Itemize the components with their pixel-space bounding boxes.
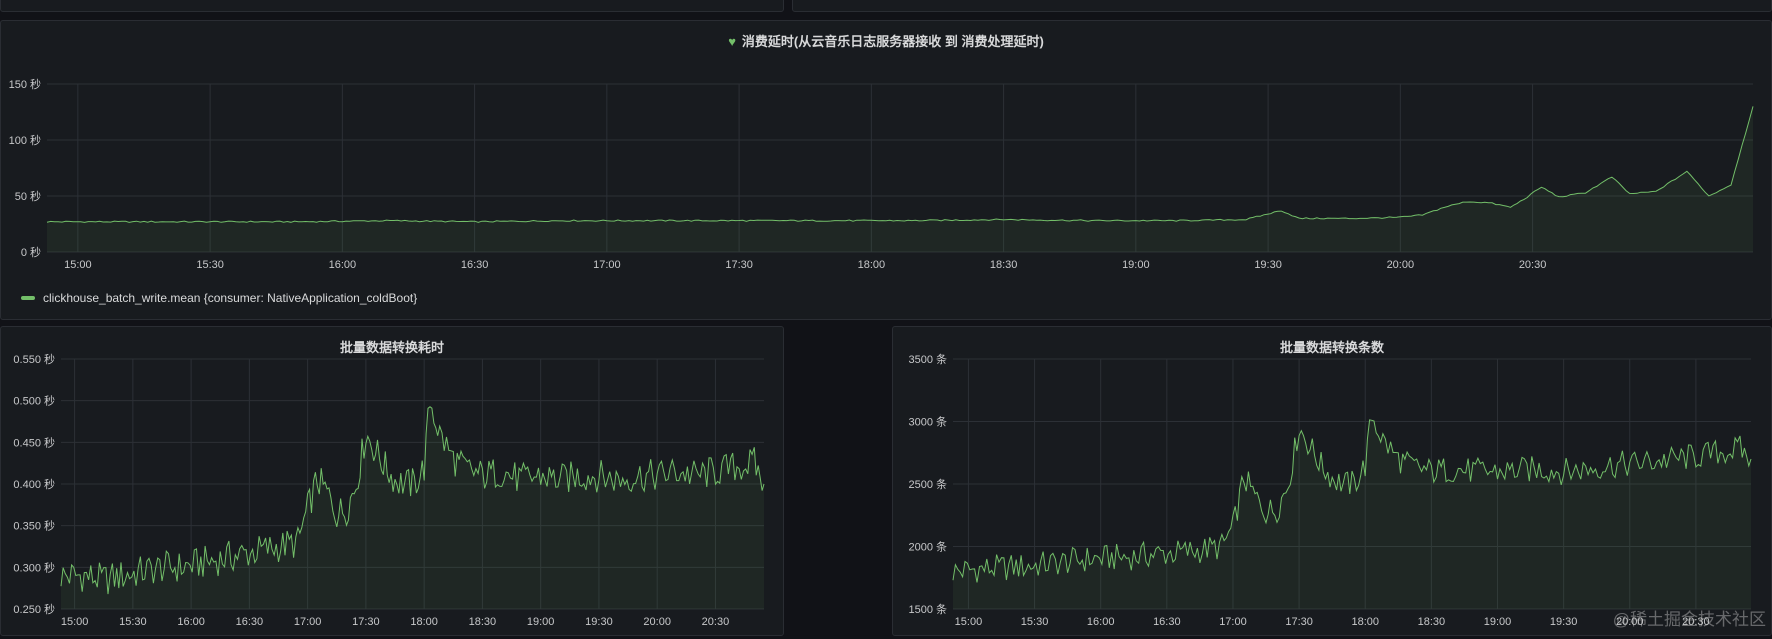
x-tick-label: 18:00 (1351, 616, 1379, 628)
y-tick-label: 0.300 秒 (13, 560, 55, 574)
x-tick-label: 18:30 (990, 259, 1018, 271)
panel-consume-latency: ♥ 消费延时(从云音乐日志服务器接收 到 消费处理延时) 0 秒 50 秒 100 秒… (0, 20, 1772, 320)
x-tick-label: 17:30 (1285, 616, 1313, 628)
y-tick-label: 150 秒 (9, 77, 41, 91)
panel-batch-duration: 批量数据转换耗时 0.250 秒 0.300 秒 0.350 秒 0.400 秒 0.4… (0, 326, 784, 636)
x-tick-label: 18:00 (858, 259, 886, 271)
x-tick-label: 16:30 (236, 616, 264, 628)
y-tick-label: 0 秒 (21, 245, 41, 259)
x-tick-label: 20:00 (643, 616, 671, 628)
y-tick-label: 3500 条 (908, 352, 947, 366)
x-tick-label: 17:00 (1219, 616, 1247, 628)
x-tick-label: 17:30 (352, 616, 380, 628)
y-tick-label: 0.450 秒 (13, 435, 55, 449)
x-tick-label: 16:00 (177, 616, 205, 628)
duration-chart[interactable]: 0.250 秒 0.300 秒 0.350 秒 0.400 秒 0.450 秒 0.500… (1, 349, 783, 639)
x-tick-label: 15:30 (1021, 616, 1049, 628)
series-area (61, 406, 764, 609)
x-tick-label: 19:30 (1254, 259, 1282, 271)
panel-stub-right (792, 0, 1772, 12)
x-tick-label: 15:30 (196, 259, 224, 271)
x-tick-label: 15:00 (64, 259, 92, 271)
legend-swatch (21, 296, 35, 300)
y-tick-label: 2000 条 (908, 540, 947, 554)
series-line (46, 106, 1754, 223)
x-tick-label: 16:30 (461, 259, 489, 271)
x-tick-label: 15:00 (61, 616, 89, 628)
x-tick-label: 18:00 (410, 616, 438, 628)
latency-chart[interactable]: 0 秒 50 秒 100 秒 150 秒 15:00 15:30 16:00 16:30 17:… (1, 41, 1771, 311)
y-tick-label: 100 秒 (9, 133, 41, 147)
x-tick-label: 16:30 (1153, 616, 1181, 628)
x-tick-label: 19:30 (1550, 616, 1578, 628)
y-tick-label: 0.500 秒 (13, 394, 55, 408)
x-tick-label: 19:00 (1122, 259, 1150, 271)
x-tick-label: 20:30 (702, 616, 730, 628)
x-tick-label: 15:00 (955, 616, 983, 628)
y-tick-label: 0.400 秒 (13, 477, 55, 491)
x-tick-label: 17:00 (593, 259, 621, 271)
x-tick-label: 19:30 (585, 616, 613, 628)
watermark: @稀土掘金技术社区 (1612, 610, 1766, 629)
x-tick-label: 19:00 (527, 616, 555, 628)
y-tick-label: 0.350 秒 (13, 519, 55, 533)
series-area (47, 106, 1753, 253)
y-tick-label: 0.250 秒 (13, 602, 55, 616)
y-tick-label: 50 秒 (15, 189, 41, 203)
series-area (953, 419, 1751, 609)
x-tick-label: 15:30 (119, 616, 147, 628)
x-tick-label: 16:00 (1087, 616, 1115, 628)
panel-stub-left (0, 0, 784, 12)
x-tick-label: 20:30 (1519, 259, 1547, 271)
y-tick-label: 0.550 秒 (13, 352, 55, 366)
x-tick-label: 17:30 (725, 259, 753, 271)
x-tick-label: 18:30 (469, 616, 497, 628)
legend[interactable]: clickhouse_batch_write.mean {consumer: N… (21, 291, 417, 305)
count-chart[interactable]: 1500 条 2000 条 2500 条 3000 条 3500 条 15:00 15:30… (893, 349, 1771, 639)
legend-label: clickhouse_batch_write.mean {consumer: N… (43, 291, 418, 305)
x-tick-label: 20:00 (1387, 259, 1415, 271)
y-tick-label: 1500 条 (908, 602, 947, 616)
panel-batch-count: 批量数据转换条数 1500 条 2000 条 2500 条 3000 条 3500 条1… (892, 326, 1772, 636)
x-tick-label: 18:30 (1418, 616, 1446, 628)
x-tick-label: 19:00 (1484, 616, 1512, 628)
x-tick-label: 16:00 (329, 259, 357, 271)
y-tick-label: 2500 条 (908, 477, 947, 491)
x-tick-label: 17:00 (294, 616, 322, 628)
y-tick-label: 3000 条 (908, 415, 947, 429)
